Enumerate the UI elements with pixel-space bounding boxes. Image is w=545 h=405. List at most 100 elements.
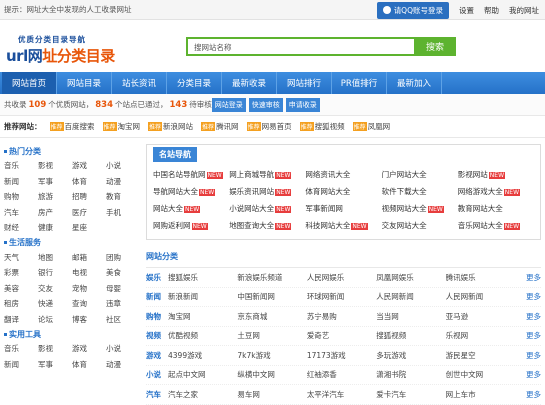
category-link[interactable]: 交友 [38,281,72,297]
site-link[interactable]: 亚马逊 [446,311,515,322]
category-link[interactable]: 音乐 [4,341,38,357]
category-link[interactable]: 教育 [106,189,140,205]
rec-item[interactable]: 推荐 腾讯网 [201,121,239,132]
famous-site-link[interactable]: 娱乐资讯网站 NEW [229,183,305,200]
fast-review-button[interactable]: 快速审核 [248,97,283,112]
help-link[interactable]: 帮助 [484,5,499,16]
site-link[interactable]: 7k7k游戏 [237,350,306,361]
search-input[interactable]: 搜网站名称 [186,37,414,56]
site-link[interactable]: 淘宝网 [168,311,237,322]
site-link[interactable]: 易车网 [237,389,306,400]
category-link[interactable]: 军事 [38,174,72,190]
site-link[interactable]: 京东商城 [237,311,306,322]
famous-site-link[interactable]: 小说网站大全 NEW [229,200,305,217]
rec-item[interactable]: 推荐 淘宝网 [102,121,140,132]
famous-site-link[interactable]: 体育网站大全 [305,183,381,200]
settings-link[interactable]: 设置 [459,5,474,16]
site-link[interactable]: 网上车市 [446,389,515,400]
category-link[interactable]: 美容 [4,281,38,297]
search-button[interactable]: 搜索 [414,37,456,56]
category-link[interactable]: 房产 [38,205,72,221]
category-link[interactable]: 健康 [38,220,72,236]
more-link[interactable]: 更多 [515,389,541,400]
category-link[interactable]: 翻译 [4,312,38,328]
category-link[interactable]: 小说 [106,158,140,174]
famous-site-link[interactable]: 导航网站大全 NEW [153,183,229,200]
site-link[interactable]: 爱卡汽车 [376,389,445,400]
category-link[interactable]: 动漫 [106,174,140,190]
category-link[interactable]: 购物 [4,189,38,205]
site-link[interactable]: 汽车之家 [168,389,237,400]
nav-item-home[interactable]: 网站首页 [2,72,57,94]
site-link[interactable]: 多玩游戏 [376,350,445,361]
site-link[interactable]: 起点中文网 [168,369,237,380]
category-name[interactable]: 购物 [146,311,168,322]
site-link[interactable]: 腾讯娱乐 [446,272,515,283]
site-link[interactable]: 苏宁易购 [307,311,376,322]
category-link[interactable]: 快递 [38,296,72,312]
famous-site-link[interactable]: 军事新闻网 [305,200,381,217]
nav-item-latest[interactable]: 最新收录 [222,72,277,94]
famous-site-link[interactable]: 中国名站导航网 NEW [153,166,229,183]
nav-item-ranking[interactable]: 网站排行 [277,72,332,94]
category-name[interactable]: 新闻 [146,291,168,302]
category-link[interactable]: 旅游 [38,189,72,205]
rec-item[interactable]: 推荐 新浪网站 [148,121,193,132]
site-link[interactable]: 红袖添香 [307,369,376,380]
category-link[interactable]: 电视 [72,265,106,281]
more-link[interactable]: 更多 [515,350,541,361]
category-link[interactable]: 新闻 [4,174,38,190]
famous-site-link[interactable]: 视频网站大全 NEW [382,200,458,217]
site-link[interactable]: 新浪新闻 [168,291,237,302]
famous-site-link[interactable]: 网络游戏大全 NEW [458,183,534,200]
category-link[interactable]: 邮箱 [72,250,106,266]
category-link[interactable]: 查询 [72,296,106,312]
site-link[interactable]: 创世中文网 [446,369,515,380]
category-name[interactable]: 汽车 [146,389,168,400]
site-link[interactable]: 纵横中文网 [237,369,306,380]
category-link[interactable]: 体育 [72,174,106,190]
category-link[interactable]: 团购 [106,250,140,266]
rec-item[interactable]: 推荐 凤凰网 [352,121,390,132]
site-link[interactable]: 人民网娱乐 [307,272,376,283]
category-link[interactable]: 招聘 [72,189,106,205]
nav-item-news[interactable]: 站长资讯 [112,72,167,94]
site-login-button[interactable]: 网站登录 [211,97,246,112]
site-link[interactable]: 当当网 [376,311,445,322]
category-link[interactable]: 违章 [106,296,140,312]
category-link[interactable]: 天气 [4,250,38,266]
category-link[interactable]: 彩票 [4,265,38,281]
more-link[interactable]: 更多 [515,291,541,302]
famous-site-link[interactable]: 网站大全 NEW [153,200,229,217]
category-link[interactable]: 体育 [72,357,106,373]
category-link[interactable]: 财经 [4,220,38,236]
category-link[interactable]: 军事 [38,357,72,373]
nav-item-categories[interactable]: 分类目录 [167,72,222,94]
site-link[interactable]: 人民网新闻 [446,291,515,302]
site-link[interactable]: 太平洋汽车 [307,389,376,400]
category-name[interactable]: 娱乐 [146,272,168,283]
famous-site-link[interactable]: 网购返利网 NEW [153,217,229,234]
category-name[interactable]: 小说 [146,369,168,380]
category-link[interactable]: 影视 [38,341,72,357]
nav-item-newest[interactable]: 最新加入 [387,72,442,94]
category-link[interactable]: 手机 [106,205,140,221]
category-name[interactable]: 游戏 [146,350,168,361]
site-logo[interactable]: 优质分类目录导航 url网址分类目录 [6,34,116,65]
qq-login-button[interactable]: 请QQ账号登录 [376,1,449,19]
famous-site-link[interactable]: 门户网站大全 [382,166,458,183]
site-link[interactable]: 游民星空 [446,350,515,361]
more-link[interactable]: 更多 [515,369,541,380]
category-link[interactable]: 动漫 [106,357,140,373]
category-link[interactable]: 游戏 [72,341,106,357]
famous-sites-tab[interactable]: 名站导航 [153,147,197,162]
site-link[interactable]: 爱奇艺 [307,330,376,341]
site-link[interactable]: 潇湘书院 [376,369,445,380]
site-link[interactable]: 新浪娱乐频道 [237,272,306,283]
famous-site-link[interactable]: 地图查询大全 NEW [229,217,305,234]
category-link[interactable]: 音乐 [4,158,38,174]
category-link[interactable]: 小说 [106,341,140,357]
more-link[interactable]: 更多 [515,330,541,341]
category-link[interactable]: 宠物 [72,281,106,297]
rec-item[interactable]: 推荐 百度搜索 [49,121,95,132]
